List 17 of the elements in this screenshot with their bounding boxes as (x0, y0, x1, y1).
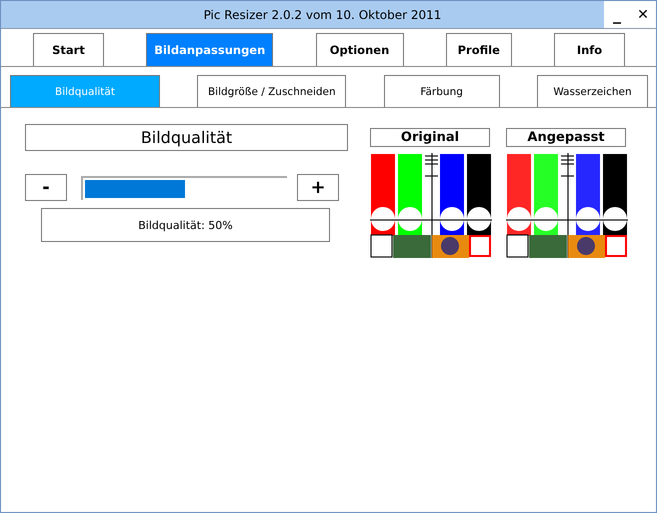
main-tab[interactable]: Bildanpassungen (146, 33, 274, 66)
main-tab[interactable]: Optionen (316, 33, 404, 66)
preview-label: Original (370, 128, 490, 147)
increase-button[interactable]: + (297, 174, 339, 201)
close-button[interactable]: ✕ (630, 1, 656, 28)
sub-tab[interactable]: Bildgröße / Zuschneiden (197, 75, 346, 107)
minimize-button[interactable]: _ (604, 1, 630, 28)
sub-tab[interactable]: Färbung (384, 75, 500, 107)
decrease-button[interactable]: - (25, 174, 67, 201)
main-tab[interactable]: Info (554, 33, 625, 66)
sub-tab[interactable]: Wasserzeichen (536, 75, 648, 107)
main-tab[interactable]: Start (33, 33, 104, 66)
preview-label: Angepasst (506, 128, 626, 147)
window-title: Pic Resizer 2.0.2 vom 10. Oktober 2011 (202, 6, 442, 24)
quality-reading: Bildqualität: 50% (41, 208, 330, 242)
section-heading: Bildqualität (25, 124, 348, 151)
main-tab[interactable]: Profile (446, 33, 512, 66)
